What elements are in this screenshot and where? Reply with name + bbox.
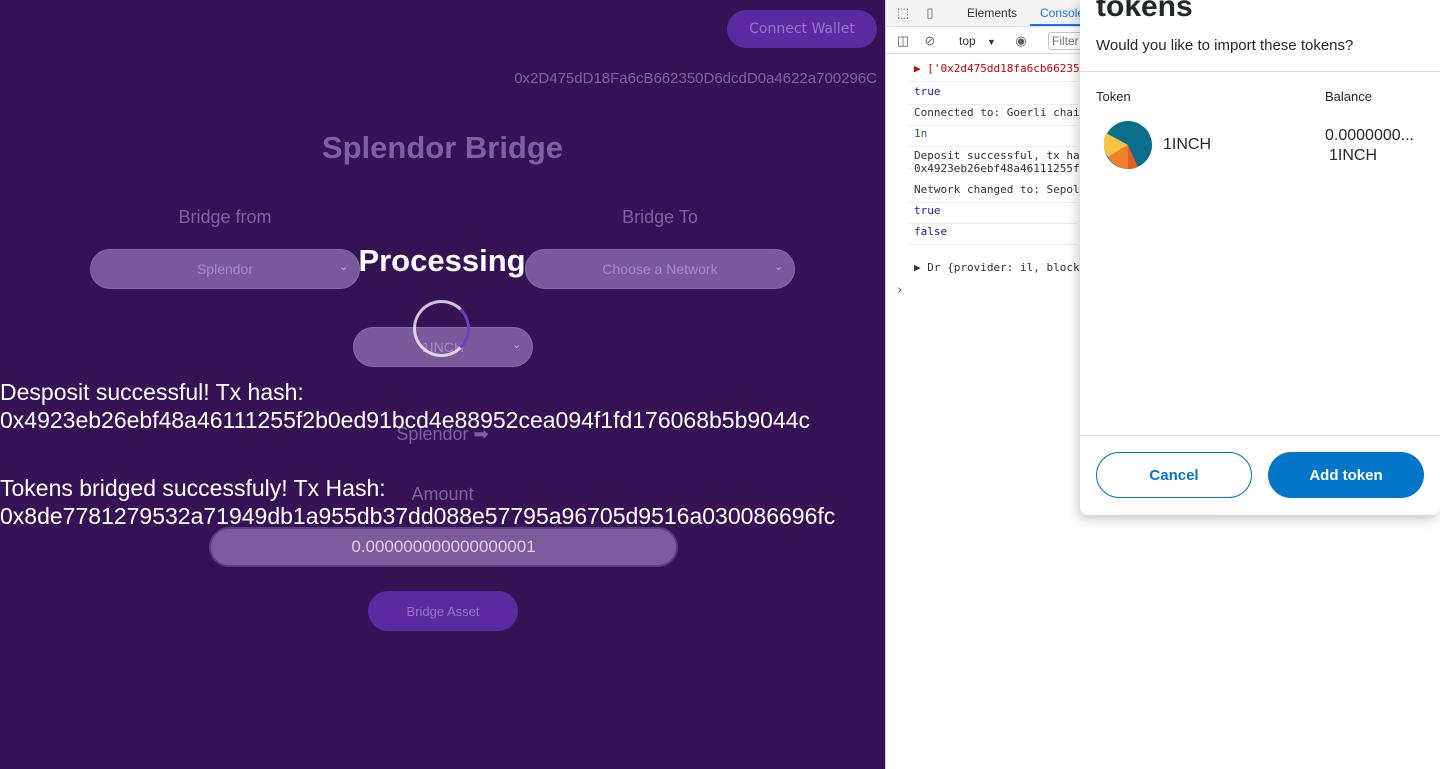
page-title: Splendor Bridge: [321, 130, 564, 165]
console-line: 0x4923eb26ebf48a46111255f: [914, 162, 1080, 175]
metamask-import-dialog: tokens Would you like to import these to…: [1080, 0, 1440, 515]
console-line: ▶ Dr {provider: il, block: [914, 261, 1080, 274]
amount-input[interactable]: 0.000000000000000001: [209, 527, 678, 567]
console-separator: [908, 104, 1078, 105]
context-select[interactable]: top ▼: [959, 34, 996, 48]
active-tab-indicator: [1030, 24, 1086, 26]
loading-spinner: [413, 300, 470, 357]
to-network-value: Choose a Network: [602, 261, 718, 277]
tab-elements[interactable]: Elements: [967, 6, 1017, 20]
console-line: ▶ ['0x2d475dd18fa6cb66235: [914, 62, 1080, 75]
console-separator: [908, 81, 1078, 82]
chevron-down-icon: ⌄: [774, 261, 784, 273]
bridge-asset-button[interactable]: Bridge Asset: [368, 591, 518, 631]
console-line: Network changed to: Sepol: [914, 183, 1080, 196]
caret-down-icon: ▼: [987, 37, 996, 47]
console-line: true: [914, 204, 941, 217]
console-separator: [908, 202, 1078, 203]
add-token-button[interactable]: Add token: [1268, 452, 1424, 498]
console-line: Connected to: Goerli chai: [914, 106, 1080, 119]
tab-console[interactable]: Console: [1040, 6, 1084, 20]
console-separator: [908, 244, 1078, 245]
wallet-address: 0x2D475dD18Fa6cB662350D6dcdD0a4622a70029…: [514, 70, 877, 87]
console-separator: [908, 146, 1078, 147]
dialog-title: tokens: [1096, 0, 1193, 23]
from-network-value: Splendor: [196, 261, 254, 277]
bridge-to-label: Bridge To: [622, 207, 698, 227]
1inch-token-icon: [1104, 121, 1152, 169]
console-separator: [908, 125, 1078, 126]
token-name: 1INCH: [1163, 136, 1212, 153]
token-balance-amount: 0.0000000...: [1325, 127, 1414, 144]
token-column-header: Token: [1096, 89, 1131, 104]
from-network-select[interactable]: Splendor ⌄: [90, 249, 360, 289]
console-prompt-icon[interactable]: ›: [897, 283, 902, 298]
clear-console-icon[interactable]: ⊘: [922, 33, 938, 49]
bridge-app: Connect Wallet 0x2D475dD18Fa6cB662350D6d…: [0, 0, 885, 769]
token-balance-symbol: 1INCH: [1329, 147, 1378, 164]
inspect-element-icon[interactable]: ⬚: [895, 5, 911, 21]
device-toolbar-icon[interactable]: ▯: [922, 5, 938, 21]
token-balance: 0.0000000... 1INCH: [1325, 126, 1414, 166]
dialog-subtitle: Would you like to import these tokens?: [1096, 37, 1354, 54]
console-separator: [908, 223, 1078, 224]
balance-column-header: Balance: [1325, 89, 1372, 104]
bridged-tx-hash: 0x8de7781279532a71949db1a955db37dd088e57…: [0, 503, 836, 529]
deposit-message-title: Desposit successful! Tx hash:: [0, 379, 304, 405]
console-line: true: [914, 85, 941, 98]
divider: [1080, 71, 1440, 72]
deposit-tx-hash: 0x4923eb26ebf48a46111255f2b0ed91bcd4e889…: [0, 407, 811, 433]
bridged-message-title: Tokens bridged successfuly! Tx Hash:: [0, 475, 386, 501]
bridge-from-label: Bridge from: [178, 207, 272, 227]
cancel-button[interactable]: Cancel: [1096, 452, 1252, 498]
to-network-select[interactable]: Choose a Network ⌄: [525, 249, 795, 289]
divider: [1080, 435, 1440, 436]
chevron-down-icon: ⌄: [339, 261, 349, 273]
connect-wallet-button[interactable]: Connect Wallet: [727, 10, 877, 48]
console-line: 1n: [914, 127, 928, 140]
console-line: false: [914, 225, 948, 238]
eye-icon[interactable]: ◉: [1013, 33, 1029, 49]
processing-text: Processing: [358, 243, 526, 278]
sidebar-toggle-icon[interactable]: ◫: [895, 33, 911, 49]
context-value: top: [959, 34, 976, 48]
chevron-down-icon: ⌄: [512, 339, 522, 351]
console-line: Deposit successful, tx ha: [914, 149, 1080, 162]
